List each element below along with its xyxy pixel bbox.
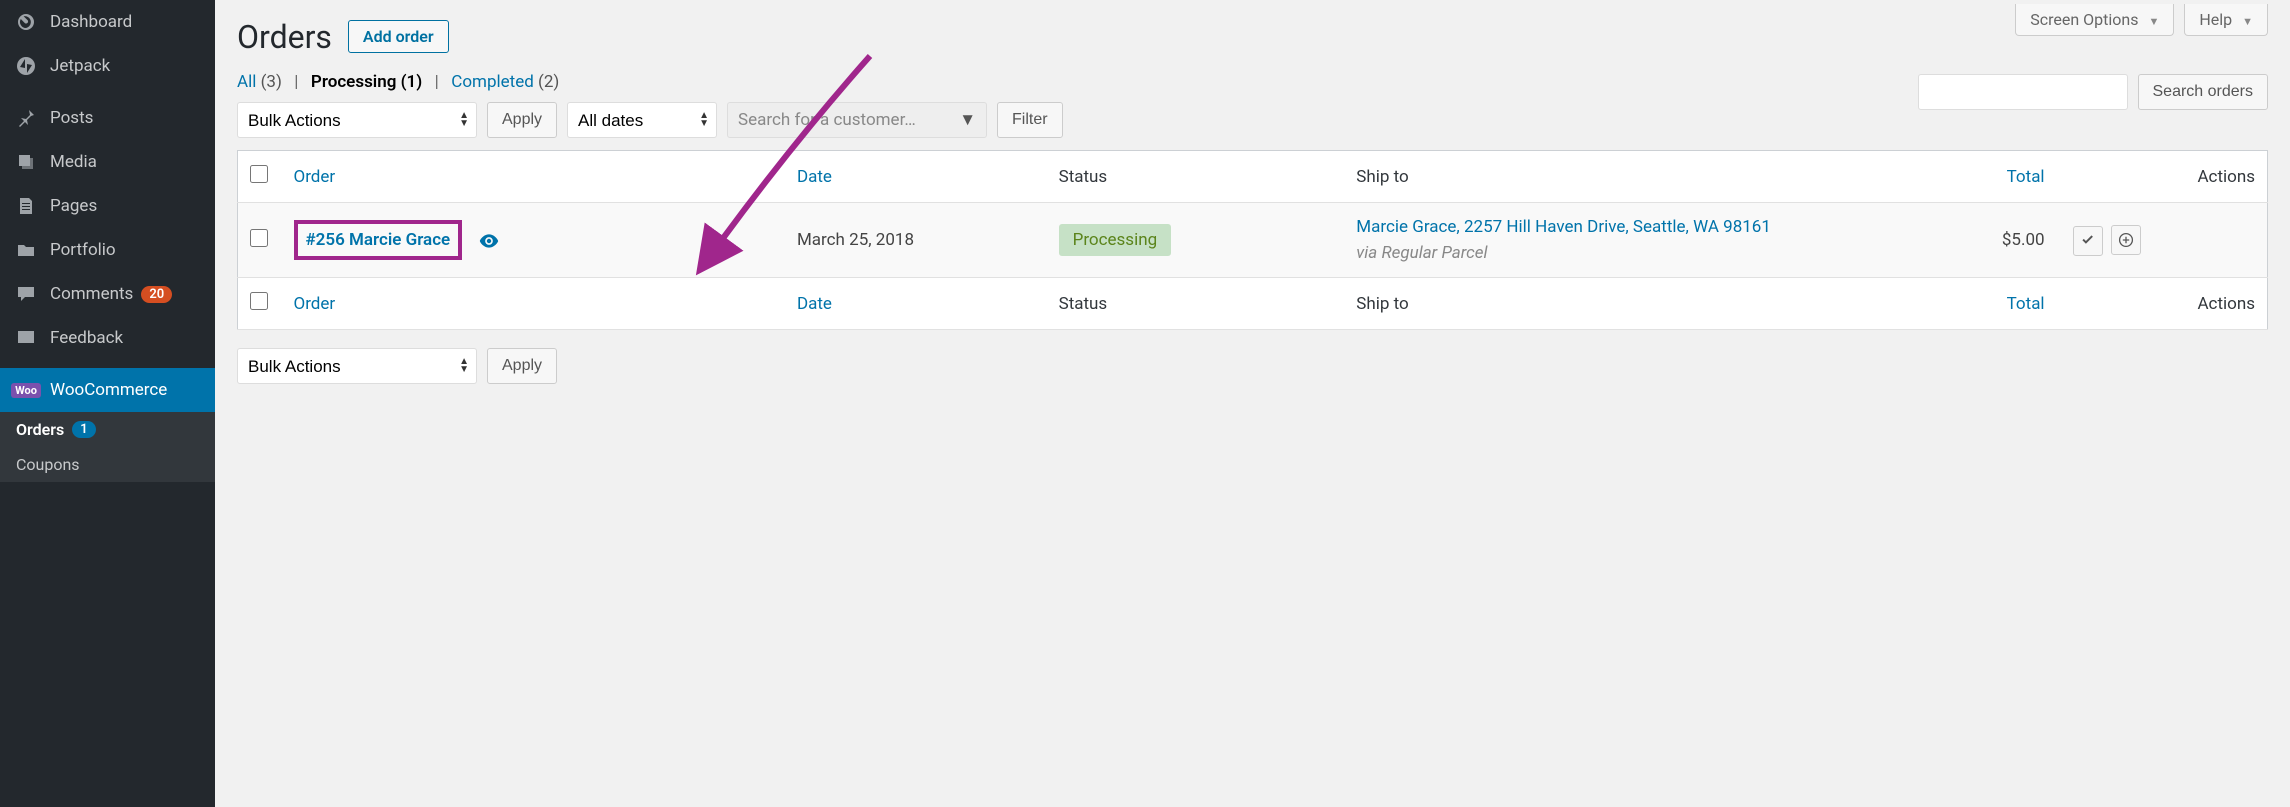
preview-eye-icon[interactable]: [478, 230, 500, 252]
column-footer-shipto: Ship to: [1344, 278, 1911, 330]
filter-count-processing: (1): [401, 72, 423, 92]
sidebar-item-comments[interactable]: Comments 20: [0, 272, 215, 316]
pages-icon: [14, 194, 38, 218]
sidebar-item-label: Feedback: [50, 328, 123, 348]
sidebar-item-label: Media: [50, 152, 97, 172]
column-footer-status: Status: [1047, 278, 1345, 330]
sidebar-item-dashboard[interactable]: Dashboard: [0, 0, 215, 44]
filter-link-all[interactable]: All: [237, 72, 256, 92]
apply-bulk-button-bottom[interactable]: Apply: [487, 348, 557, 384]
pin-icon: [14, 106, 38, 130]
filter-count-all: (3): [261, 72, 282, 92]
sidebar-subitem-coupons[interactable]: Coupons: [0, 447, 215, 482]
bulk-actions-select[interactable]: Bulk Actions: [237, 102, 477, 138]
order-link[interactable]: #256 Marcie Grace: [306, 230, 451, 250]
main-content: Screen Options ▼ Help ▼ Orders Add order…: [215, 0, 2290, 426]
table-row: #256 Marcie Grace March 25, 2018 Process…: [238, 203, 2268, 278]
sidebar-subitem-orders[interactable]: Orders 1: [0, 412, 215, 447]
sidebar-subitem-label: Coupons: [16, 455, 80, 474]
bulk-actions-select-bottom[interactable]: Bulk Actions: [237, 348, 477, 384]
chevron-down-icon: ▼: [2148, 15, 2159, 28]
select-all-checkbox[interactable]: [250, 165, 268, 183]
annotation-highlight-box: #256 Marcie Grace: [294, 220, 463, 260]
order-total: $5.00: [1911, 203, 2056, 278]
select-all-checkbox-footer[interactable]: [250, 292, 268, 310]
search-orders-button[interactable]: Search orders: [2138, 74, 2269, 110]
customer-search-select[interactable]: Search for a customer… ▼: [727, 102, 987, 138]
column-footer-actions: Actions: [2057, 278, 2268, 330]
orders-search-input[interactable]: [1918, 74, 2128, 110]
chevron-down-icon: ▼: [2242, 15, 2253, 28]
sidebar-item-label: Dashboard: [50, 12, 132, 32]
sidebar-subitem-label: Orders: [16, 420, 64, 439]
comments-count-badge: 20: [141, 286, 172, 303]
sidebar-item-label: Portfolio: [50, 240, 116, 260]
order-date: March 25, 2018: [785, 203, 1047, 278]
column-header-actions: Actions: [2057, 151, 2268, 203]
column-header-shipto: Ship to: [1344, 151, 1911, 203]
sidebar-item-media[interactable]: Media: [0, 140, 215, 184]
sidebar-item-jetpack[interactable]: Jetpack: [0, 44, 215, 88]
column-header-order[interactable]: Order: [294, 167, 336, 187]
sidebar-item-feedback[interactable]: Feedback: [0, 316, 215, 360]
shipto-link[interactable]: Marcie Grace, 2257 Hill Haven Drive, Sea…: [1356, 217, 1771, 237]
jetpack-icon: [14, 54, 38, 78]
more-actions-button[interactable]: [2111, 225, 2141, 255]
check-icon: [2081, 234, 2095, 248]
status-badge: Processing: [1059, 224, 1172, 256]
comments-icon: [14, 282, 38, 306]
sidebar-submenu: Orders 1 Coupons: [0, 412, 215, 482]
media-icon: [14, 150, 38, 174]
sidebar-item-portfolio[interactable]: Portfolio: [0, 228, 215, 272]
tablenav-bottom: Bulk Actions ▲▼ Apply: [237, 348, 2268, 384]
orders-search-form: Search orders: [1918, 74, 2269, 110]
sidebar-item-pages[interactable]: Pages: [0, 184, 215, 228]
filter-button[interactable]: Filter: [997, 102, 1063, 138]
admin-sidebar: Dashboard Jetpack Posts Media Pages: [0, 0, 215, 807]
orders-table: Order Date Status Ship to Total Actions …: [237, 150, 2268, 330]
filter-count-completed: (2): [538, 72, 559, 92]
sidebar-item-posts[interactable]: Posts: [0, 96, 215, 140]
sidebar-item-woocommerce[interactable]: Woo WooCommerce: [0, 368, 215, 412]
page-title: Orders: [237, 18, 332, 56]
filter-link-processing[interactable]: Processing: [311, 72, 397, 92]
apply-bulk-button[interactable]: Apply: [487, 102, 557, 138]
sidebar-item-label: Jetpack: [50, 56, 110, 76]
sidebar-item-label: Posts: [50, 108, 93, 128]
feedback-icon: [14, 326, 38, 350]
column-footer-order[interactable]: Order: [294, 294, 336, 314]
shipping-method: via Regular Parcel: [1356, 243, 1899, 263]
plus-circle-icon: [2118, 232, 2134, 248]
top-tabs: Screen Options ▼ Help ▼: [2015, 4, 2268, 36]
date-filter-select[interactable]: All dates: [567, 102, 717, 138]
filter-link-completed[interactable]: Completed: [451, 72, 534, 92]
woocommerce-icon: Woo: [14, 378, 38, 402]
complete-order-button[interactable]: [2073, 226, 2103, 256]
portfolio-icon: [14, 238, 38, 262]
column-header-date[interactable]: Date: [797, 167, 832, 187]
screen-options-tab[interactable]: Screen Options ▼: [2015, 4, 2174, 36]
help-tab[interactable]: Help ▼: [2184, 4, 2268, 36]
sidebar-item-label: Comments: [50, 284, 133, 304]
row-checkbox[interactable]: [250, 229, 268, 247]
column-footer-date[interactable]: Date: [797, 294, 832, 314]
orders-count-badge: 1: [72, 421, 95, 438]
column-header-total[interactable]: Total: [2007, 167, 2045, 187]
sidebar-item-label: Pages: [50, 196, 97, 216]
column-footer-total[interactable]: Total: [2007, 294, 2045, 314]
chevron-down-icon: ▼: [959, 110, 976, 130]
add-order-button[interactable]: Add order: [348, 20, 449, 53]
dashboard-icon: [14, 10, 38, 34]
column-header-status: Status: [1047, 151, 1345, 203]
sidebar-item-label: WooCommerce: [50, 380, 167, 400]
